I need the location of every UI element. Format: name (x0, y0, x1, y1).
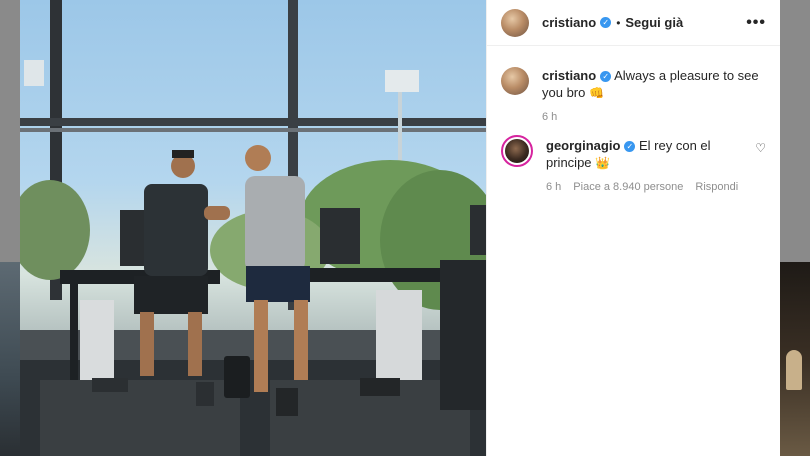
separator-dot: • (616, 15, 621, 30)
crown-emoji: 👑 (595, 156, 611, 170)
post-header: cristiano ✓ • Segui già ••• (487, 0, 780, 46)
caption-username[interactable]: cristiano (542, 68, 596, 83)
caption-body: cristiano ✓ Always a pleasure to see you … (542, 67, 766, 123)
comment-likes[interactable]: Piace a 8.940 persone (573, 181, 683, 193)
verified-badge-icon: ✓ (600, 71, 612, 83)
comment-time[interactable]: 6 h (546, 181, 561, 193)
following-button[interactable]: Segui già (625, 15, 683, 30)
heart-outline-icon[interactable]: ♡ (755, 141, 766, 193)
commenter-avatar[interactable] (501, 135, 533, 167)
caption-meta: 6 h (542, 111, 766, 123)
comment-text-block: georginagio ✓ El rey con el principe 👑 (546, 137, 755, 172)
gym-scene-illustration (20, 0, 486, 456)
fist-bump-emoji: 👊 (589, 86, 604, 100)
post-side-panel: cristiano ✓ • Segui già ••• cristiano ✓ A… (486, 0, 780, 456)
background-chess-piece (786, 350, 802, 390)
verified-badge-icon: ✓ (624, 141, 636, 153)
background-feed-left (0, 262, 20, 456)
caption-time[interactable]: 6 h (542, 111, 557, 123)
comment-body: georginagio ✓ El rey con el principe 👑 6 … (546, 135, 755, 193)
reply-button[interactable]: Rispondi (695, 181, 738, 193)
comment-item: georginagio ✓ El rey con el principe 👑 6 … (487, 135, 780, 193)
comment-meta: 6 h Piace a 8.940 persone Rispondi (546, 181, 755, 193)
commenter-avatar-image (505, 139, 529, 163)
author-avatar[interactable] (501, 8, 529, 37)
caption-comment: cristiano ✓ Always a pleasure to see you … (487, 67, 780, 123)
caption-text-block: cristiano ✓ Always a pleasure to see you … (542, 67, 766, 102)
caption-author-avatar[interactable] (501, 67, 529, 95)
post-photo[interactable] (20, 0, 486, 456)
commenter-username[interactable]: georginagio (546, 138, 620, 153)
author-info: cristiano ✓ • Segui già (542, 15, 683, 30)
more-options-icon[interactable]: ••• (746, 14, 766, 32)
author-username[interactable]: cristiano (542, 15, 596, 30)
verified-badge-icon: ✓ (600, 17, 612, 28)
